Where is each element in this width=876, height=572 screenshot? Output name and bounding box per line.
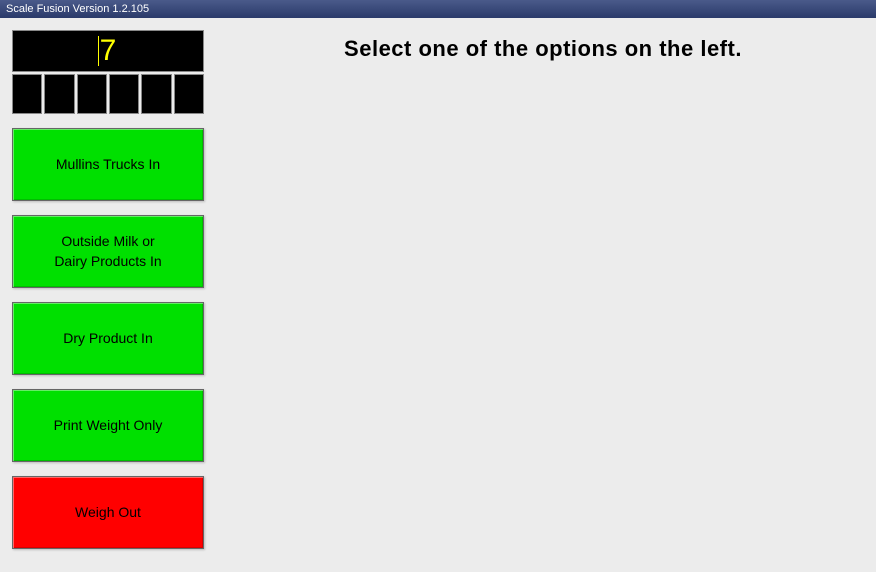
button-label: Print Weight Only	[54, 416, 163, 436]
segment-cell	[174, 74, 204, 114]
right-panel: Select one of the options on the left.	[210, 18, 876, 572]
instruction-text: Select one of the options on the left.	[210, 36, 876, 62]
button-label: Outside Milk or Dairy Products In	[54, 232, 161, 271]
outside-milk-dairy-button[interactable]: Outside Milk or Dairy Products In	[12, 215, 204, 288]
segment-cell	[44, 74, 74, 114]
print-weight-only-button[interactable]: Print Weight Only	[12, 389, 204, 462]
segment-cell	[109, 74, 139, 114]
weigh-out-button[interactable]: Weigh Out	[12, 476, 204, 549]
window-title-bar: Scale Fusion Version 1.2.105	[0, 0, 876, 18]
content-area: 7 Mullins Trucks In Outside Milk or Dair…	[0, 18, 876, 572]
segment-cell	[77, 74, 107, 114]
segment-cell	[141, 74, 171, 114]
weight-display: 7	[12, 30, 204, 72]
button-label: Weigh Out	[75, 503, 141, 523]
segment-row	[12, 74, 204, 114]
button-label: Dry Product In	[63, 329, 152, 349]
mullins-trucks-in-button[interactable]: Mullins Trucks In	[12, 128, 204, 201]
window-title: Scale Fusion Version 1.2.105	[6, 3, 149, 15]
weight-display-value: 7	[100, 34, 117, 68]
left-panel: 7 Mullins Trucks In Outside Milk or Dair…	[0, 18, 210, 572]
segment-cell	[12, 74, 42, 114]
button-label: Mullins Trucks In	[56, 155, 160, 175]
dry-product-in-button[interactable]: Dry Product In	[12, 302, 204, 375]
